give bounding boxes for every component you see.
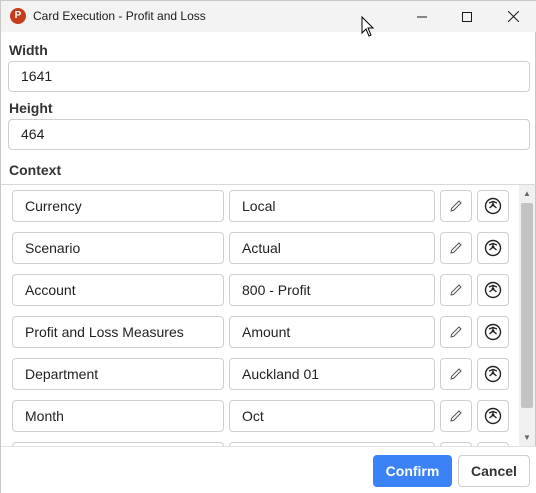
pencil-icon xyxy=(450,410,462,422)
context-label: Context xyxy=(9,162,62,178)
maximize-button[interactable] xyxy=(444,1,490,32)
window-title: Card Execution - Profit and Loss xyxy=(33,9,206,23)
scroll-up-arrow-icon[interactable]: ▲ xyxy=(519,187,535,201)
context-row-account: Account 800 - Profit xyxy=(1,274,536,306)
width-input[interactable]: 1641 xyxy=(8,61,530,92)
context-value-field[interactable]: Auckland 01 xyxy=(229,358,435,390)
context-value-field[interactable]: Amount xyxy=(229,316,435,348)
context-row-month: Month Oct xyxy=(1,400,536,432)
context-scrollbar[interactable]: ▲ ▼ xyxy=(519,185,535,446)
edit-button[interactable] xyxy=(440,232,472,264)
close-button[interactable] xyxy=(490,1,536,32)
context-key-field[interactable]: Currency xyxy=(12,190,224,222)
context-value-field[interactable]: 800 - Profit xyxy=(229,274,435,306)
link-button[interactable] xyxy=(477,316,509,348)
minimize-icon xyxy=(417,16,427,17)
close-icon xyxy=(507,11,519,22)
edit-button[interactable] xyxy=(440,274,472,306)
network-globe-icon xyxy=(484,281,502,299)
context-key-field[interactable]: Month xyxy=(12,400,224,432)
link-button[interactable] xyxy=(477,400,509,432)
mouse-pointer-icon xyxy=(361,16,375,37)
context-value-field[interactable]: Oct xyxy=(229,400,435,432)
context-value-field[interactable]: Local xyxy=(229,190,435,222)
confirm-button[interactable]: Confirm xyxy=(373,455,452,487)
height-input[interactable]: 464 xyxy=(8,119,530,150)
context-row-pl-measures: Profit and Loss Measures Amount xyxy=(1,316,536,348)
link-button[interactable] xyxy=(477,358,509,390)
context-row-currency: Currency Local xyxy=(1,190,536,222)
network-globe-icon xyxy=(484,365,502,383)
edit-button[interactable] xyxy=(440,400,472,432)
context-key-field[interactable]: Account xyxy=(12,274,224,306)
powerpoint-app-icon: P xyxy=(10,8,26,24)
pencil-icon xyxy=(450,326,462,338)
dialog-window: P Card Execution - Profit and Loss Width… xyxy=(0,0,536,493)
context-key-field[interactable]: Department xyxy=(12,358,224,390)
context-row-department: Department Auckland 01 xyxy=(1,358,536,390)
link-button[interactable] xyxy=(477,232,509,264)
context-row-scenario: Scenario Actual xyxy=(1,232,536,264)
context-list: Currency Local Scenario Actual Account 8… xyxy=(1,185,536,446)
pencil-icon xyxy=(450,284,462,296)
network-globe-icon xyxy=(484,197,502,215)
minimize-button[interactable] xyxy=(399,1,445,32)
maximize-icon xyxy=(462,11,472,22)
title-bar[interactable]: P Card Execution - Profit and Loss xyxy=(1,1,536,37)
edit-button[interactable] xyxy=(440,358,472,390)
width-label: Width xyxy=(9,42,48,58)
height-label: Height xyxy=(9,100,53,116)
scroll-down-arrow-icon[interactable]: ▼ xyxy=(519,431,535,445)
pencil-icon xyxy=(450,200,462,212)
cancel-button[interactable]: Cancel xyxy=(458,455,530,487)
pencil-icon xyxy=(450,368,462,380)
link-button[interactable] xyxy=(477,274,509,306)
context-key-field[interactable]: Scenario xyxy=(12,232,224,264)
edit-button[interactable] xyxy=(440,316,472,348)
dialog-footer: Confirm Cancel xyxy=(1,446,536,493)
network-globe-icon xyxy=(484,407,502,425)
network-globe-icon xyxy=(484,323,502,341)
edit-button[interactable] xyxy=(440,190,472,222)
context-value-field[interactable]: Actual xyxy=(229,232,435,264)
context-key-field[interactable]: Profit and Loss Measures xyxy=(12,316,224,348)
network-globe-icon xyxy=(484,239,502,257)
link-button[interactable] xyxy=(477,190,509,222)
scrollbar-thumb[interactable] xyxy=(521,203,533,408)
pencil-icon xyxy=(450,242,462,254)
